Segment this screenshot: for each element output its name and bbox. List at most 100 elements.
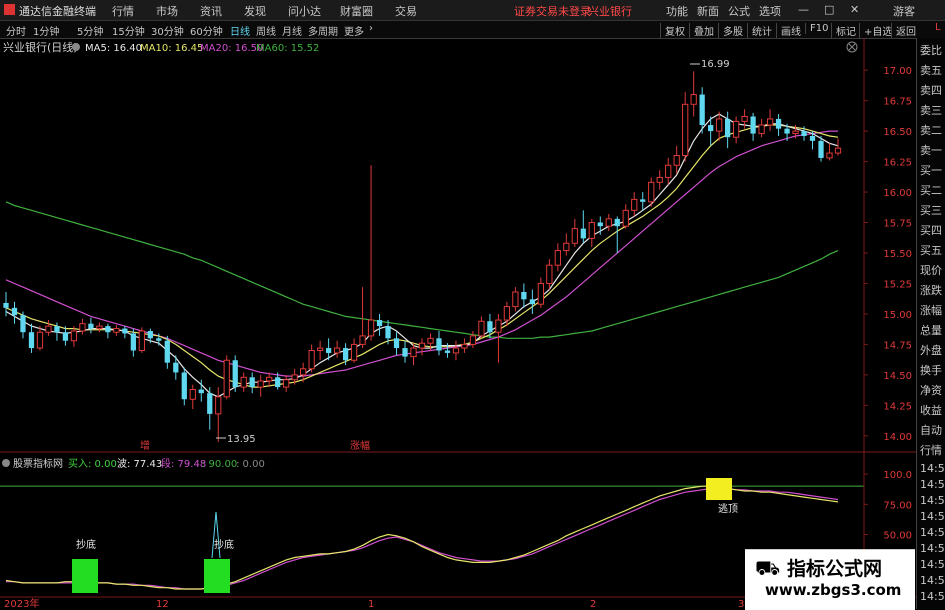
tab-1min[interactable]: 1分钟 bbox=[33, 23, 59, 38]
guest-button[interactable]: 游客 bbox=[893, 3, 915, 19]
stock-name-top: 兴业银行 bbox=[588, 5, 632, 18]
candle-body-down bbox=[801, 131, 807, 136]
panel-change-pct[interactable]: 涨幅 bbox=[920, 302, 942, 318]
panel-buy3[interactable]: 买三 bbox=[920, 202, 942, 218]
candle-body-up bbox=[503, 306, 511, 321]
signal-buy-label-1: 抄底 bbox=[76, 538, 96, 551]
panel-time-1: 14:5 bbox=[920, 462, 945, 475]
candle-body-down bbox=[198, 389, 204, 394]
candle-body-down bbox=[708, 125, 714, 132]
tongji-button[interactable]: 统计 bbox=[747, 23, 772, 38]
candle-body-down bbox=[342, 348, 349, 361]
maximize-icon[interactable]: □ bbox=[824, 3, 834, 16]
back-button[interactable]: 返回 bbox=[891, 23, 916, 38]
tab-5min[interactable]: 5分钟 bbox=[77, 23, 103, 38]
menu-xuanxiang[interactable]: 选项 bbox=[759, 3, 781, 19]
candle-body-up bbox=[741, 116, 748, 122]
annotation-zeng: 增 bbox=[140, 439, 150, 452]
candle-body-down bbox=[325, 348, 332, 353]
panel-netasset[interactable]: 净资 bbox=[920, 382, 942, 398]
panel-earnings[interactable]: 收益 bbox=[920, 402, 942, 418]
menu-zixun[interactable]: 资讯 bbox=[200, 3, 222, 19]
menu-gongshi[interactable]: 公式 bbox=[728, 3, 750, 19]
tab-daily[interactable]: 日线 bbox=[230, 23, 250, 38]
menu-hangqing[interactable]: 行情 bbox=[112, 3, 134, 19]
menu-jiaoyi[interactable]: 交易 bbox=[395, 3, 417, 19]
tab-more[interactable]: 更多 bbox=[344, 23, 364, 38]
candle-body-up bbox=[45, 325, 52, 333]
panel-change[interactable]: 涨跌 bbox=[920, 282, 942, 298]
candle-body-down bbox=[164, 340, 170, 363]
candle-body-down bbox=[181, 372, 187, 400]
menu-xinmian[interactable]: 新面 bbox=[697, 3, 719, 19]
close-icon[interactable]: ✕ bbox=[850, 3, 859, 16]
menu-wenxiaoda[interactable]: 问小达 bbox=[288, 3, 321, 19]
panel-sell5[interactable]: 卖五 bbox=[920, 62, 942, 78]
menu-faxian[interactable]: 发现 bbox=[244, 3, 266, 19]
candle-body-down bbox=[232, 360, 238, 388]
panel-auto[interactable]: 自动 bbox=[920, 422, 942, 438]
menu-gongneng[interactable]: 功能 bbox=[666, 3, 688, 19]
menu-shichang[interactable]: 市场 bbox=[156, 3, 178, 19]
main-y-tick-label: 15.75 bbox=[883, 219, 912, 230]
panel-time-2: 14:5 bbox=[920, 478, 945, 491]
biaoji-button[interactable]: 标记 bbox=[831, 23, 856, 38]
duogu-button[interactable]: 多股 bbox=[718, 23, 743, 38]
login-notice[interactable]: 证券交易未登录 bbox=[514, 3, 591, 19]
menu-caifuquan[interactable]: 财富圈 bbox=[340, 3, 373, 19]
candle-body-up bbox=[537, 282, 544, 305]
chart-area[interactable]: 17.00 16.75 16.50 16.25 16.00 15.75 15.50 15.25… bbox=[0, 38, 916, 609]
tab-weekly[interactable]: 周线 bbox=[256, 23, 276, 38]
main-y-tick-label: 14.00 bbox=[883, 432, 912, 443]
candle-body-up bbox=[571, 228, 578, 244]
chart-close-icon[interactable] bbox=[846, 41, 858, 53]
panel-volume[interactable]: 总量 bbox=[920, 322, 942, 338]
panel-weibi[interactable]: 委比 bbox=[920, 42, 942, 58]
tab-15min[interactable]: 15分钟 bbox=[112, 23, 145, 38]
panel-buy1[interactable]: 买一 bbox=[920, 162, 942, 178]
candle-body-down bbox=[28, 332, 35, 349]
candle-body-down bbox=[376, 320, 383, 327]
candle-body-up bbox=[283, 379, 290, 388]
panel-turnover[interactable]: 换手 bbox=[920, 362, 942, 378]
huaxian-button[interactable]: 画线 bbox=[776, 23, 801, 38]
ma-settings-icon[interactable] bbox=[72, 43, 80, 51]
candle-body-up bbox=[70, 330, 78, 342]
candle-body-up bbox=[96, 325, 103, 330]
tab-60min[interactable]: 60分钟 bbox=[190, 23, 223, 38]
signal-buy-label-2: 抄底 bbox=[214, 538, 234, 551]
main-y-tick-label: 14.75 bbox=[883, 340, 912, 351]
diejia-button[interactable]: 叠加 bbox=[689, 23, 714, 38]
panel-sell3[interactable]: 卖三 bbox=[920, 102, 942, 118]
panel-buy2[interactable]: 买二 bbox=[920, 182, 942, 198]
duan-line bbox=[6, 488, 839, 590]
candle-body-down bbox=[385, 326, 391, 339]
fuquan-button[interactable]: 复权 bbox=[660, 23, 685, 38]
panel-outer[interactable]: 外盘 bbox=[920, 342, 942, 358]
indicator-settings-icon[interactable] bbox=[2, 459, 10, 467]
panel-market[interactable]: 行情 bbox=[920, 442, 942, 458]
tab-fenshi[interactable]: 分时 bbox=[6, 23, 26, 38]
panel-buy5[interactable]: 买五 bbox=[920, 242, 942, 258]
candle-body-down bbox=[614, 218, 620, 227]
panel-buy4[interactable]: 买四 bbox=[920, 222, 942, 238]
main-y-tick-label: 15.00 bbox=[883, 310, 912, 321]
panel-sell1[interactable]: 卖一 bbox=[920, 142, 942, 158]
candle-body-down bbox=[54, 326, 60, 333]
f10-button[interactable]: F10 bbox=[805, 23, 828, 34]
main-y-tick-label: 16.75 bbox=[883, 97, 912, 108]
tab-monthly[interactable]: 月线 bbox=[282, 23, 302, 38]
panel-sell2[interactable]: 卖二 bbox=[920, 122, 942, 138]
add-favorite-button[interactable]: +自选 bbox=[859, 23, 892, 38]
x-label-2023: 2023年 bbox=[4, 597, 39, 609]
panel-sell4[interactable]: 卖四 bbox=[920, 82, 942, 98]
candle-body-down bbox=[105, 326, 111, 333]
candle-body-up bbox=[452, 347, 460, 354]
minimize-icon[interactable]: — bbox=[798, 3, 809, 16]
tab-30min[interactable]: 30分钟 bbox=[151, 23, 184, 38]
panel-price[interactable]: 现价 bbox=[920, 262, 942, 278]
tab-multi-period[interactable]: 多周期 bbox=[308, 23, 338, 38]
candle-body-up bbox=[266, 376, 273, 382]
more-chevron-icon[interactable]: › bbox=[369, 23, 373, 34]
app-title: 通达信金融终端 bbox=[19, 5, 96, 18]
